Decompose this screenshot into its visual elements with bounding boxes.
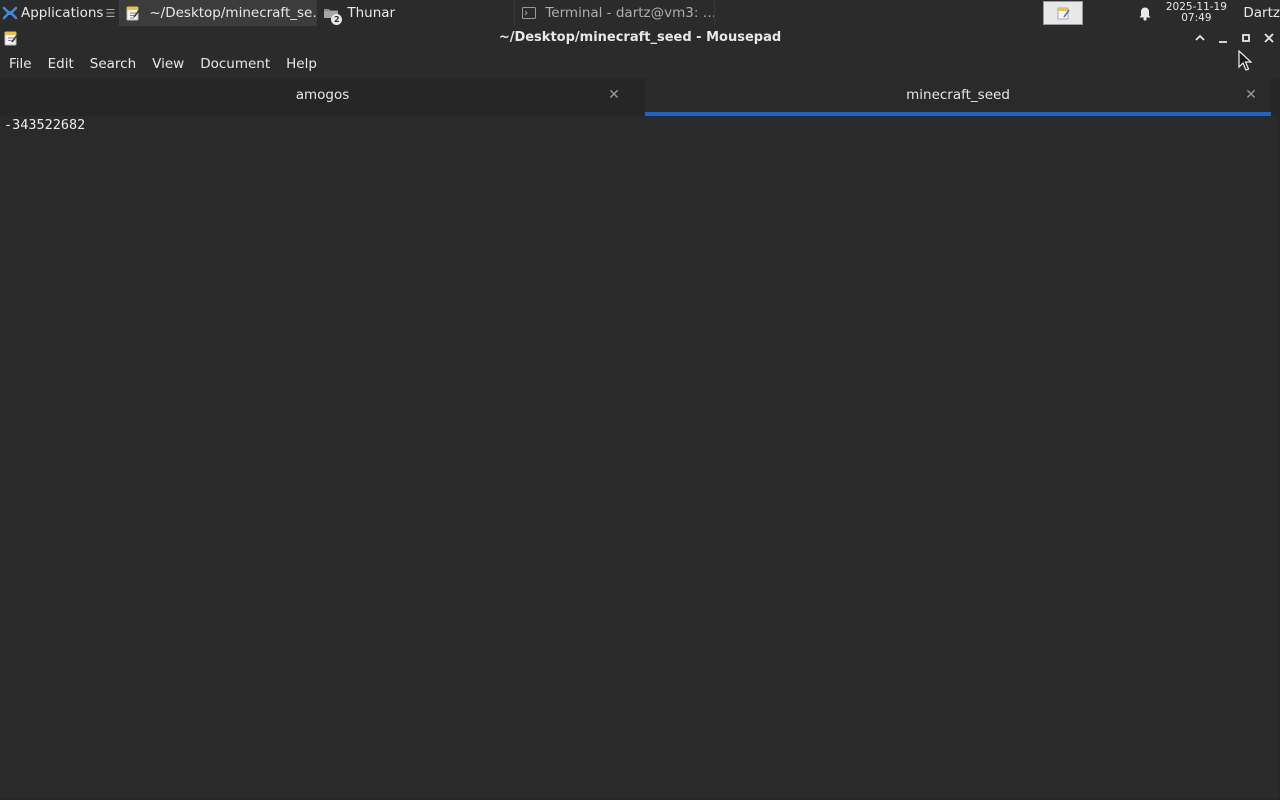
applications-label: Applications [21, 5, 104, 21]
editor-line-1: -343522682 [4, 117, 86, 133]
mousepad-icon [125, 5, 141, 21]
menu-document[interactable]: Document [192, 50, 278, 78]
terminal-icon [521, 5, 537, 21]
clock[interactable]: 2025-11-19 07:49 [1159, 2, 1233, 24]
window-title: ~/Desktop/minecraft_seed - Mousepad [498, 30, 782, 45]
folder-icon: 2 [323, 5, 343, 25]
menu-file[interactable]: File [1, 50, 40, 78]
taskbar-item-label: ~/Desktop/minecraft_se… [149, 5, 318, 21]
text-editor-area[interactable]: -343522682 [0, 116, 1280, 800]
menu-edit[interactable]: Edit [40, 50, 82, 78]
tray-mousepad-icon[interactable] [1043, 1, 1084, 25]
taskbar-item-thunar[interactable]: 2 Thunar [317, 0, 516, 26]
mouse-cursor-icon [1238, 50, 1252, 71]
roll-up-icon[interactable] [1192, 30, 1208, 46]
menubar: File Edit Search View Document Help [0, 50, 1280, 78]
tab-amogos[interactable]: amogos ✕ [0, 78, 645, 116]
tab-label: amogos [295, 87, 350, 103]
menu-search[interactable]: Search [82, 50, 144, 78]
taskbar-item-label: Thunar [347, 5, 396, 21]
window-count-badge: 2 [331, 14, 343, 25]
tab-close-icon[interactable]: ✕ [607, 88, 621, 102]
taskbar-item-label: Terminal - dartz@vm3: … [545, 5, 716, 21]
window-titlebar[interactable]: ~/Desktop/minecraft_seed - Mousepad [0, 26, 1280, 50]
applications-menu-button[interactable]: Applications ☰ [0, 0, 119, 26]
tab-bar: amogos ✕ minecraft_seed ✕ [0, 78, 1280, 116]
menu-view[interactable]: View [144, 50, 192, 78]
taskbar-item-terminal[interactable]: Terminal - dartz@vm3: … [515, 0, 716, 26]
menu-help[interactable]: Help [278, 50, 325, 78]
tab-label: minecraft_seed [906, 87, 1010, 103]
close-icon[interactable] [1261, 30, 1277, 46]
applications-separator-icon: ☰ [105, 6, 116, 20]
taskbar-item-mousepad[interactable]: ~/Desktop/minecraft_se… [119, 0, 318, 26]
tab-minecraft-seed[interactable]: minecraft_seed ✕ [645, 78, 1271, 116]
minimize-icon[interactable] [1215, 30, 1231, 46]
xfce-logo-icon [2, 6, 18, 20]
maximize-icon[interactable] [1238, 30, 1254, 46]
tab-close-icon[interactable]: ✕ [1244, 88, 1258, 102]
top-panel: Applications ☰ ~/Desktop/minecraft_se… 2… [0, 0, 1280, 26]
clock-time: 07:49 [1181, 12, 1212, 24]
user-menu[interactable]: Dartz [1233, 5, 1280, 21]
notifications-bell-icon[interactable] [1131, 6, 1159, 21]
